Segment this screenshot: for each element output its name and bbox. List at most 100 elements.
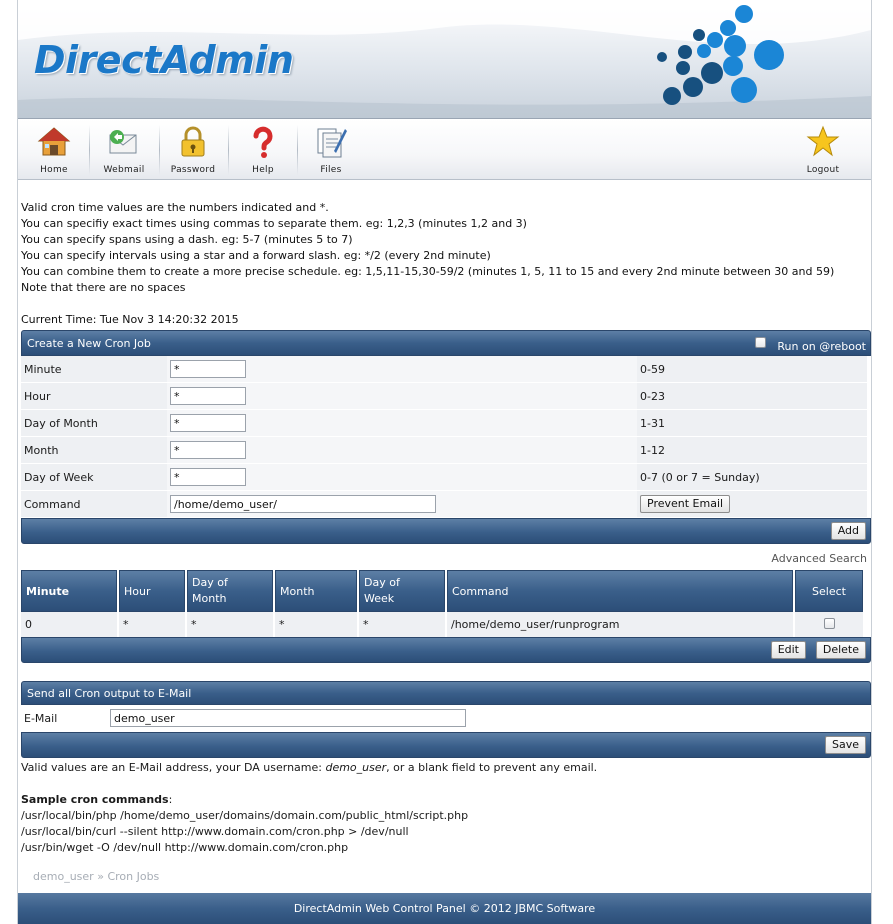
email-section: Send all Cron output to E-Mail E-Mail Sa… [21,681,871,776]
col-day-of-week[interactable]: Day of Week [359,570,445,612]
star-icon [806,125,840,157]
section-title: Send all Cron output to E-Mail [27,687,192,700]
field-cell [167,463,637,491]
email-header: Send all Cron output to E-Mail [21,681,871,705]
edit-button[interactable]: Edit [770,641,806,659]
field-range: 1-31 [637,409,867,437]
question-icon [253,126,273,158]
reboot-checkbox[interactable] [755,337,766,348]
col-command[interactable]: Command [447,570,793,612]
field-range: 0-23 [637,382,867,410]
files-icon [317,128,347,158]
field-label: Day of Month [21,409,167,437]
home-icon [37,127,71,156]
breadcrumb-page[interactable]: Cron Jobs [107,870,159,883]
field-range: 0-59 [637,356,867,383]
toolbar-label: Password [170,165,216,175]
prevent-email-button[interactable]: Prevent Email [640,495,731,513]
col-hour[interactable]: Hour [119,570,185,612]
add-button[interactable]: Add [830,522,866,540]
field-cell [167,490,637,518]
cell-day-of-week: * [359,612,445,637]
toolbar-files[interactable]: Files [297,119,365,179]
col-minute[interactable]: Minute [21,570,117,612]
save-button[interactable]: Save [824,736,866,754]
field-label: Minute [21,356,167,383]
create-cron-header: Create a New Cron Job Run on @reboot [21,330,871,356]
month-input[interactable] [170,441,246,459]
form-row-minute: Minute 0-59 [21,356,867,383]
note-text: , or a blank field to prevent any email. [386,761,598,774]
email-form-table: E-Mail [21,705,867,732]
field-cell: Prevent Email [637,490,867,518]
banner: DirectAdmin [18,0,871,118]
toolbar-webmail[interactable]: Webmail [90,119,158,179]
cell-minute: 0 [21,612,117,637]
form-row-hour: Hour 0-23 [21,382,867,410]
cron-jobs-table: Minute Hour Day of Month Month Day of Week… [19,570,865,637]
cell-select [795,612,863,637]
reboot-label: Run on @reboot [777,340,866,353]
toolbar-help[interactable]: Help [229,119,297,179]
col-label: Day of [364,576,400,589]
webmail-icon [109,130,137,154]
help-line: You can combine them to create a more pr… [21,265,835,278]
form-row-day-of-month: Day of Month 1-31 [21,409,867,437]
col-select: Select [795,570,863,612]
toolbar-label: Webmail [103,165,145,175]
section-title: Create a New Cron Job [27,337,151,350]
help-line: Valid cron time values are the numbers i… [21,201,329,214]
field-cell [167,436,637,464]
field-range: 1-12 [637,436,867,464]
minute-input[interactable] [170,360,246,378]
bubbles-logo-icon [657,5,784,105]
cron-jobs-section: Minute Hour Day of Month Month Day of Week… [21,570,871,663]
toolbar-home[interactable]: Home [20,119,88,179]
toolbar-label: Home [40,165,68,175]
note-username: demo_user [325,761,387,774]
table-row: 0 * * * * /home/demo_user/runprogram [21,612,863,637]
main-toolbar: Home Webmail Password Help Files Logout [18,118,871,180]
day-of-month-input[interactable] [170,414,246,432]
create-cron-section: Create a New Cron Job Run on @reboot Min… [21,330,871,544]
field-cell [107,705,867,732]
breadcrumb-user[interactable]: demo_user [33,870,94,883]
field-label: Command [21,490,167,518]
help-line: You can specify intervals using a star a… [21,249,491,262]
col-label: Month [192,592,227,605]
col-month[interactable]: Month [275,570,357,612]
field-cell [167,356,637,383]
select-checkbox[interactable] [823,617,835,629]
toolbar-logout[interactable]: Logout [789,119,857,179]
samples-title: Sample cron commands [21,793,169,806]
create-cron-actions: Add [21,518,871,544]
command-input[interactable] [170,495,436,513]
cron-help-text: Valid cron time values are the numbers i… [21,200,871,328]
day-of-week-input[interactable] [170,468,246,486]
cell-day-of-month: * [187,612,273,637]
help-line: Note that there are no spaces [21,281,186,294]
col-label: Week [364,592,395,605]
help-line: You can specify spans using a dash. eg: … [21,233,353,246]
toolbar-password[interactable]: Password [159,119,227,179]
lock-icon [181,126,205,157]
toolbar-label: Files [320,165,342,175]
current-time: Current Time: Tue Nov 3 14:20:32 2015 [21,313,239,326]
help-line: You can specifiy exact times using comma… [21,217,527,230]
field-label: Day of Week [21,463,167,491]
email-actions: Save [21,732,871,758]
sample-line: /usr/local/bin/php /home/demo_user/domai… [21,809,469,822]
form-row-email: E-Mail [21,705,867,732]
col-label: Day of [192,576,228,589]
directadmin-logo: DirectAdmin [34,38,294,82]
advanced-search-link[interactable]: Advanced Search [21,544,871,570]
col-day-of-month[interactable]: Day of Month [187,570,273,612]
form-row-month: Month 1-12 [21,436,867,464]
sample-commands: Sample cron commands: /usr/local/bin/php… [21,792,871,856]
delete-button[interactable]: Delete [815,641,866,659]
hour-input[interactable] [170,387,246,405]
form-row-day-of-week: Day of Week 0-7 (0 or 7 = Sunday) [21,463,867,491]
email-input[interactable] [110,709,466,727]
cell-month: * [275,612,357,637]
samples-colon: : [168,793,173,806]
